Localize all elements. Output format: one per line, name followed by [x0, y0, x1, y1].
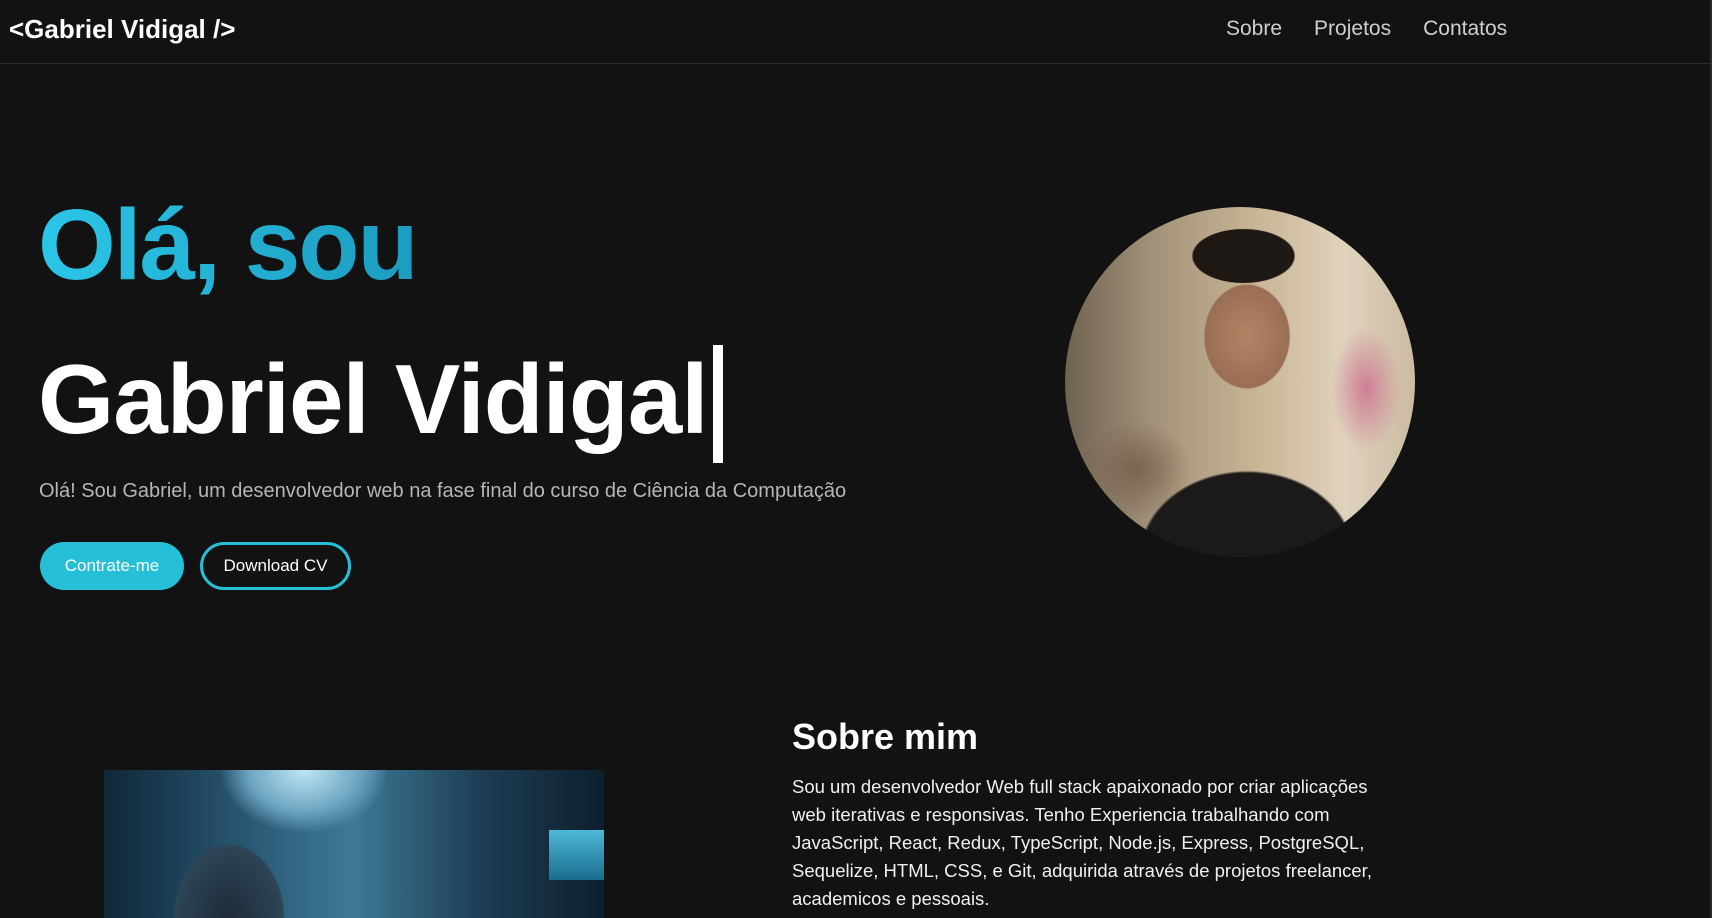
- nav-link-contatos[interactable]: Contatos: [1423, 17, 1507, 41]
- about-text: Sou um desenvolvedor Web full stack apai…: [792, 776, 1372, 909]
- monitor-glow: [549, 830, 604, 880]
- hero-greeting: Olá, sou: [38, 189, 419, 301]
- nav-link-sobre[interactable]: Sobre: [1226, 17, 1282, 41]
- about-image: [104, 770, 604, 918]
- site-logo[interactable]: <Gabriel Vidigal />: [9, 14, 235, 45]
- typing-caret: [713, 345, 724, 463]
- hero-name-text: Gabriel Vidigal: [38, 344, 708, 454]
- download-cv-button[interactable]: Download CV: [200, 542, 351, 590]
- navbar: <Gabriel Vidigal /> Sobre Projetos Conta…: [0, 0, 1712, 64]
- hero-intro: Olá! Sou Gabriel, um desenvolvedor web n…: [39, 480, 847, 502]
- nav-links: Sobre Projetos Contatos: [1226, 17, 1507, 41]
- profile-photo: [1065, 207, 1415, 557]
- hero-name: Gabriel Vidigal: [38, 344, 724, 463]
- nav-link-projetos[interactable]: Projetos: [1314, 17, 1391, 41]
- hire-me-button[interactable]: Contrate-me: [40, 542, 184, 590]
- about-title: Sobre mim: [792, 716, 979, 757]
